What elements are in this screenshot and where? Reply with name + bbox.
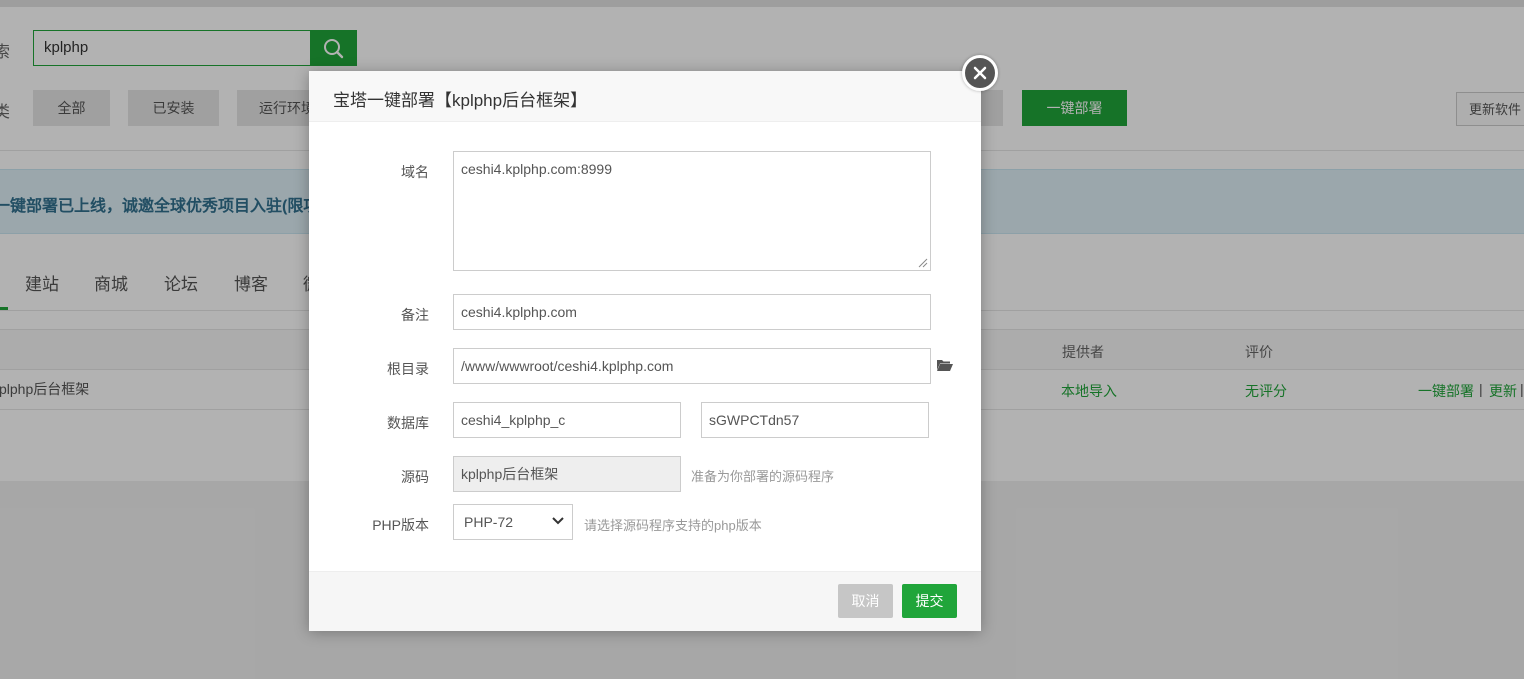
dialog-title: 宝塔一键部署【kplphp后台框架】 bbox=[333, 91, 588, 110]
source-hint: 准备为你部署的源码程序 bbox=[691, 469, 835, 484]
folder-open-icon[interactable] bbox=[936, 358, 954, 372]
resize-handle-icon[interactable] bbox=[918, 258, 928, 268]
php-version-label: PHP版本 bbox=[372, 517, 429, 533]
remark-label: 备注 bbox=[401, 307, 429, 323]
root-dir-label: 根目录 bbox=[387, 361, 429, 377]
submit-button[interactable]: 提交 bbox=[902, 584, 957, 618]
domain-label: 域名 bbox=[401, 164, 429, 180]
source-label: 源码 bbox=[401, 469, 429, 485]
php-version-value: PHP-72 bbox=[464, 514, 514, 530]
database-password-input[interactable]: sGWPCTdn57 bbox=[701, 402, 929, 438]
dialog-header: 宝塔一键部署【kplphp后台框架】 bbox=[309, 71, 981, 122]
remark-input[interactable]: ceshi4.kplphp.com bbox=[453, 294, 931, 330]
source-input: kplphp后台框架 bbox=[453, 456, 681, 492]
php-version-select[interactable]: PHP-72 bbox=[453, 504, 573, 540]
domain-textarea[interactable]: ceshi4.kplphp.com:8999 bbox=[453, 151, 931, 271]
close-dialog-button[interactable] bbox=[962, 55, 998, 91]
database-name-input[interactable]: ceshi4_kplphp_c bbox=[453, 402, 681, 438]
cancel-button[interactable]: 取消 bbox=[838, 584, 893, 618]
close-icon bbox=[973, 66, 987, 80]
domain-value: ceshi4.kplphp.com:8999 bbox=[461, 161, 612, 177]
root-dir-input[interactable]: /www/wwwroot/ceshi4.kplphp.com bbox=[453, 348, 931, 384]
chevron-down-icon bbox=[552, 517, 564, 525]
dialog-footer: 取消 提交 bbox=[309, 571, 981, 631]
php-version-hint: 请选择源码程序支持的php版本 bbox=[584, 518, 762, 533]
database-label: 数据库 bbox=[387, 415, 429, 431]
